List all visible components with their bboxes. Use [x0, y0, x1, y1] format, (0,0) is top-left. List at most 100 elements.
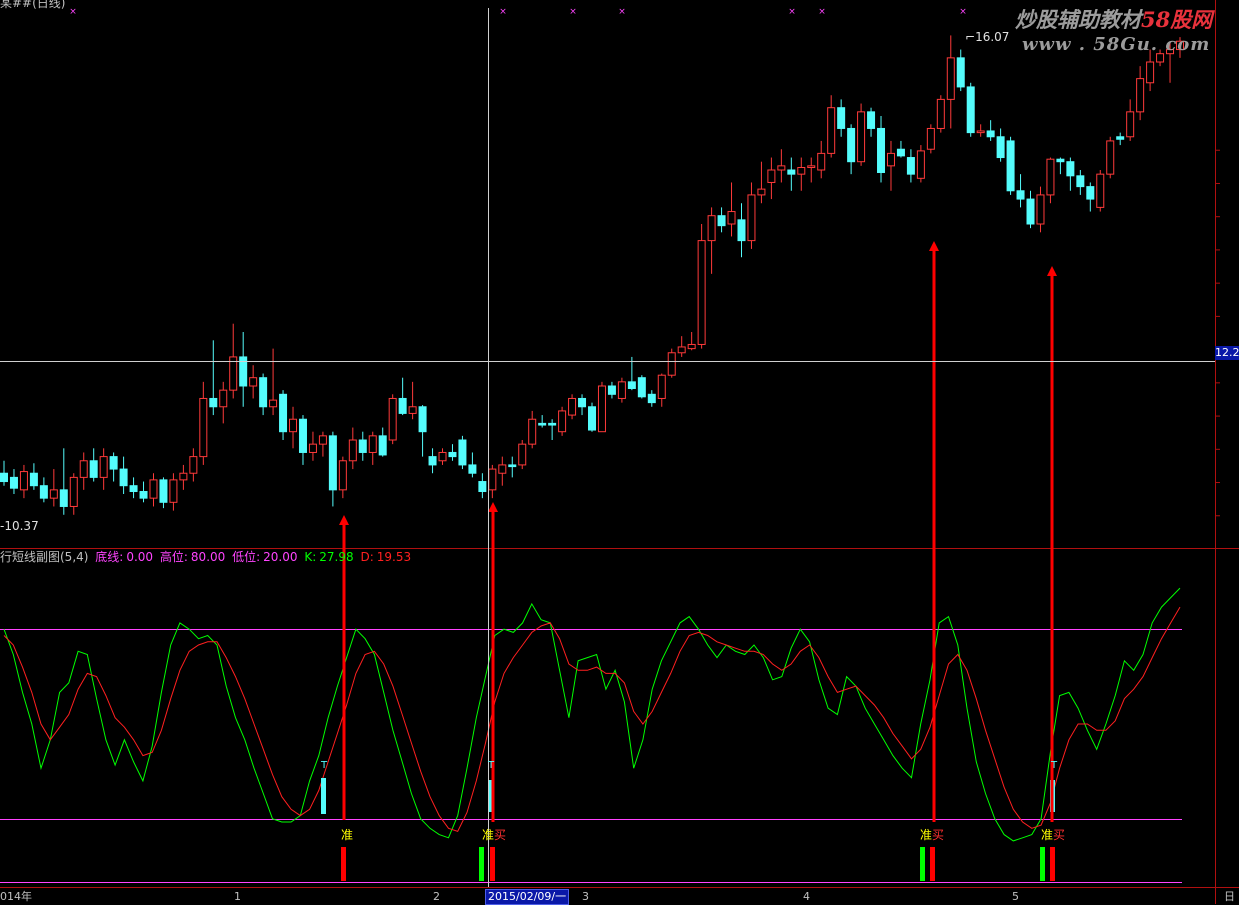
candlestick-series[interactable]: [0, 35, 1184, 515]
candle-body: [1076, 175, 1085, 188]
signal-label-zhun-4: 准: [1041, 828, 1054, 842]
candle-body: [388, 397, 397, 441]
candle: [717, 207, 726, 233]
candle: [737, 203, 746, 258]
candle-body: [39, 485, 48, 499]
crosshair-price-tag: 12.2: [1215, 346, 1239, 360]
candle: [348, 427, 357, 470]
candle: [29, 463, 38, 490]
candle-body: [428, 456, 437, 466]
candle-body: [149, 479, 158, 499]
candle-body: [627, 381, 636, 389]
window-title: 某##(日线): [0, 0, 66, 10]
buy-arrow-head: [339, 515, 349, 525]
candle-body: [49, 489, 58, 499]
x-axis-label-m2: 2: [433, 890, 440, 903]
candle: [169, 473, 178, 511]
candle-body: [976, 130, 985, 134]
kd-lines[interactable]: [3, 587, 1181, 842]
candle: [368, 431, 377, 465]
candle: [707, 207, 716, 274]
candle: [428, 448, 437, 474]
candle: [89, 448, 98, 482]
candle: [867, 107, 876, 137]
param-d-value: 19.53: [376, 550, 412, 564]
candle-body: [637, 377, 646, 398]
candle: [279, 390, 288, 440]
candle-body: [338, 460, 347, 491]
candle: [468, 452, 477, 478]
candle-body: [986, 130, 995, 138]
candle-body: [99, 456, 108, 478]
candle-body: [877, 127, 886, 173]
candle-body: [707, 215, 716, 242]
param-d-label: D:: [360, 550, 374, 564]
signal-label-t-3: T: [1051, 760, 1058, 771]
candle-body: [966, 86, 975, 134]
stock-chart-window[interactable]: × × × × × × × 某##(日线) 炒股辅助教材58股网 www . 58Gu. c…: [0, 0, 1239, 905]
candle: [538, 415, 547, 428]
candle: [9, 469, 18, 494]
candle-body: [79, 460, 88, 478]
signal-bar: [490, 847, 495, 881]
candle-body: [289, 418, 298, 433]
candle-body: [518, 443, 527, 466]
candle: [757, 161, 766, 204]
candle-body: [508, 464, 517, 468]
candle-body: [667, 352, 676, 376]
candle: [249, 365, 258, 399]
candle-body: [737, 219, 746, 242]
event-mark-icon: ×: [818, 7, 826, 17]
candle-body: [1086, 186, 1095, 200]
candle: [617, 377, 626, 403]
candle: [418, 405, 427, 457]
event-mark-icon: ×: [69, 7, 77, 17]
param-low-value: 20.00: [263, 550, 298, 564]
candle-body: [896, 148, 905, 157]
crosshair-date-tag: 2015/02/09/一: [485, 889, 570, 905]
candle: [1016, 174, 1025, 208]
param-baseline-value: 0.00: [126, 550, 154, 564]
candle: [667, 348, 676, 378]
candle-body: [528, 418, 537, 445]
candle: [568, 394, 577, 420]
candle: [946, 35, 955, 129]
x-axis-label-year: 014年: [0, 890, 32, 903]
candle: [398, 377, 407, 416]
candle-body: [857, 111, 866, 163]
candle-body: [548, 422, 557, 426]
candle-body: [69, 476, 78, 507]
candle-body: [1136, 78, 1145, 113]
candle: [308, 431, 317, 461]
candle: [647, 390, 656, 407]
candle: [1146, 49, 1155, 92]
param-low-label: 低位:: [232, 550, 261, 564]
candle-body: [438, 451, 447, 462]
candle-body: [189, 456, 198, 474]
series-line-k: [3, 587, 1181, 842]
candle-body: [1036, 194, 1045, 225]
candle-body: [89, 460, 98, 478]
candle-body: [408, 406, 417, 414]
indicator-name[interactable]: 行短线副图(5,4): [0, 550, 88, 564]
candle: [1076, 170, 1085, 195]
candle: [508, 456, 517, 478]
candle: [139, 481, 148, 503]
candle-body: [657, 374, 666, 399]
candle-body: [727, 211, 736, 225]
candle: [1116, 132, 1125, 146]
candle: [358, 431, 367, 461]
candle-body: [488, 468, 497, 491]
candle: [1066, 157, 1075, 191]
candle-body: [837, 107, 846, 129]
candle-body: [448, 451, 457, 458]
candle-body: [697, 240, 706, 345]
candle: [607, 381, 616, 399]
candle: [498, 456, 507, 486]
param-baseline-label: 底线:: [95, 550, 124, 564]
candle-body: [259, 377, 268, 408]
candle-body: [1046, 158, 1055, 196]
candle-body: [946, 57, 955, 100]
signal-label-zhun-3: 准: [920, 828, 933, 842]
candle-body: [378, 435, 387, 456]
